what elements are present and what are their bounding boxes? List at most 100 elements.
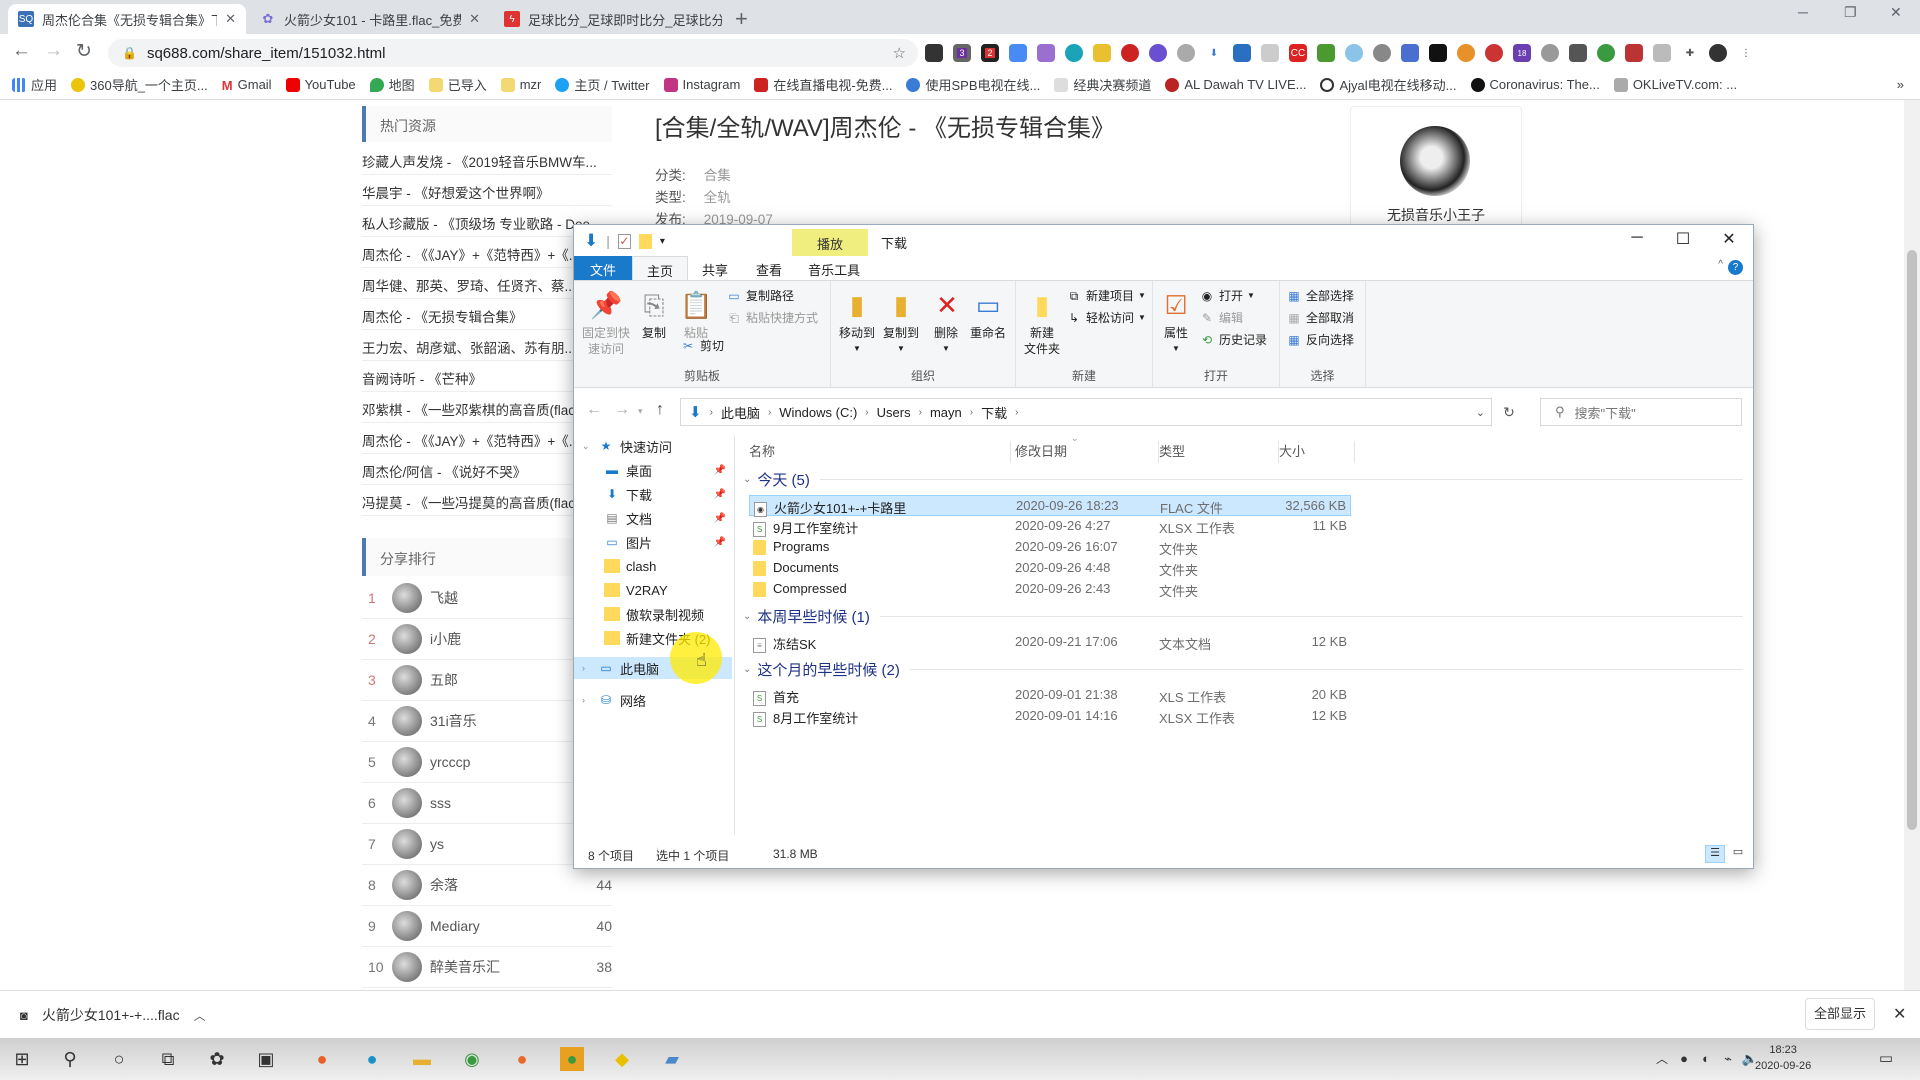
tab-home[interactable]: 主页 bbox=[632, 256, 689, 280]
category-link[interactable]: 合集 bbox=[704, 168, 731, 183]
rank-row[interactable]: 10 醉美音乐汇 38 bbox=[362, 947, 612, 988]
bookmark[interactable]: 主页 / Twitter bbox=[555, 75, 650, 94]
nav-item[interactable]: V2RAY bbox=[574, 579, 732, 601]
column-type[interactable]: 类型 bbox=[1159, 441, 1279, 463]
bookmark-folder[interactable]: mzr bbox=[500, 77, 541, 92]
user-avatar[interactable] bbox=[392, 788, 422, 818]
refresh-icon[interactable]: ↻ bbox=[1497, 398, 1521, 426]
nav-item[interactable]: clash bbox=[574, 555, 732, 577]
extension-icon[interactable] bbox=[1485, 44, 1503, 62]
bookmark-apps[interactable]: 应用 bbox=[12, 75, 57, 94]
history-button[interactable]: ⟲ 历史记录 bbox=[1199, 331, 1267, 348]
bookmark[interactable]: Ajyal电视在线移动... bbox=[1320, 75, 1457, 94]
file-group-header[interactable]: ⌄ 今天 (5) bbox=[743, 469, 1743, 490]
extension-icon[interactable] bbox=[1317, 44, 1335, 62]
bookmark[interactable]: 经典决赛频道 bbox=[1054, 75, 1151, 94]
back-icon[interactable]: ← bbox=[12, 40, 31, 62]
copy-button[interactable]: ⎘ 复制 bbox=[636, 289, 672, 341]
app-icon[interactable]: ▣ bbox=[254, 1047, 278, 1071]
bookmark[interactable]: Instagram bbox=[663, 77, 740, 92]
user-name[interactable]: 31i音乐 bbox=[430, 711, 576, 731]
extension-icon[interactable]: CC bbox=[1289, 44, 1307, 62]
task-view-icon[interactable]: ⧉ bbox=[156, 1047, 180, 1071]
user-name[interactable]: Mediary bbox=[430, 918, 576, 934]
nav-item[interactable]: ▬ 桌面 📌 bbox=[574, 459, 732, 481]
file-row[interactable]: S 8月工作室统计 2020-09-01 14:16 XLSX 工作表 12 KB bbox=[749, 706, 1351, 728]
bookmark[interactable]: M Gmail bbox=[222, 77, 272, 93]
file-row[interactable]: Compressed 2020-09-26 2:43 文件夹 bbox=[749, 579, 1351, 600]
select-all-button[interactable]: ▦ 全部选择 bbox=[1286, 287, 1354, 304]
nav-item[interactable]: ⌄ ★ 快速访问 bbox=[574, 435, 732, 457]
extension-icon[interactable] bbox=[1373, 44, 1391, 62]
extension-icon[interactable] bbox=[925, 44, 943, 62]
nav-item[interactable]: ▭ 图片 📌 bbox=[574, 531, 732, 553]
close-icon[interactable]: ✕ bbox=[1706, 229, 1752, 249]
help-icon[interactable]: ? bbox=[1728, 260, 1743, 275]
breadcrumb-users[interactable]: Users bbox=[877, 405, 911, 420]
user-name[interactable]: yrcccp bbox=[430, 754, 576, 770]
reload-icon[interactable]: ↻ bbox=[76, 40, 92, 63]
pin-quick-access-button[interactable]: 📌 固定到快 速访问 bbox=[580, 289, 632, 357]
user-name[interactable]: 飞越 bbox=[430, 588, 576, 608]
breadcrumb-this-pc[interactable]: 此电脑 bbox=[721, 403, 760, 422]
extension-icon[interactable] bbox=[1149, 44, 1167, 62]
network-icon[interactable]: ⌁ bbox=[1716, 1047, 1740, 1071]
invert-selection-button[interactable]: ▦ 反向选择 bbox=[1286, 331, 1354, 348]
menu-kebab-icon[interactable]: ⋮ bbox=[1737, 44, 1755, 62]
new-folder-button[interactable]: ▮ 新建 文件夹 bbox=[1022, 289, 1062, 357]
extension-icon[interactable] bbox=[1653, 44, 1671, 62]
extension-icon[interactable] bbox=[1121, 44, 1139, 62]
more-bookmarks-icon[interactable]: » bbox=[1897, 77, 1904, 92]
extension-icon[interactable]: ⬇ bbox=[1205, 44, 1223, 62]
breadcrumb-separator[interactable]: › bbox=[970, 407, 973, 418]
user-avatar[interactable] bbox=[392, 624, 422, 654]
user-name[interactable]: i小鹿 bbox=[430, 629, 576, 649]
page-scrollbar-thumb[interactable] bbox=[1907, 250, 1917, 830]
extension-icon[interactable] bbox=[1009, 44, 1027, 62]
forward-icon[interactable]: → bbox=[614, 401, 630, 419]
extension-icon[interactable] bbox=[1457, 44, 1475, 62]
bookmark[interactable]: YouTube bbox=[285, 77, 356, 92]
profile-avatar[interactable] bbox=[1709, 44, 1727, 62]
file-explorer-taskbar-icon[interactable]: ▬ bbox=[410, 1047, 434, 1071]
bookmark[interactable]: 地图 bbox=[369, 75, 415, 94]
search-icon[interactable]: ⚲ bbox=[58, 1047, 82, 1071]
address-dropdown-icon[interactable]: ⌄ bbox=[1476, 406, 1485, 419]
address-bar[interactable]: 🔒 sq688.com/share_item/151032.html ☆ bbox=[108, 39, 918, 67]
user-avatar[interactable] bbox=[392, 829, 422, 859]
hot-resource-link[interactable]: 珍藏人声发烧 - 《2019轻音乐BMW车... bbox=[362, 144, 612, 175]
tray-chevron-icon[interactable]: ︿ bbox=[1650, 1047, 1674, 1071]
maximize-icon[interactable]: ☐ bbox=[1660, 229, 1706, 249]
extension-icon[interactable] bbox=[1037, 44, 1055, 62]
rename-button[interactable]: ▭ 重命名 bbox=[967, 289, 1009, 341]
extension-icon[interactable] bbox=[1625, 44, 1643, 62]
app-icon[interactable]: ● bbox=[510, 1047, 534, 1071]
close-tab-icon[interactable]: ✕ bbox=[469, 11, 480, 27]
bookmark[interactable]: 使用SPB电视在线... bbox=[906, 75, 1040, 94]
search-input[interactable]: ⚲ 搜索"下载" bbox=[1540, 398, 1742, 426]
extension-icon[interactable] bbox=[1093, 44, 1111, 62]
nav-item[interactable]: ▤ 文档 📌 bbox=[574, 507, 732, 529]
column-date-modified[interactable]: 修改日期 bbox=[1015, 441, 1159, 463]
extension-icon[interactable]: 18 bbox=[1513, 44, 1531, 62]
open-button[interactable]: ◉ 打开 ▼ bbox=[1199, 287, 1255, 304]
notifications-icon[interactable]: ▭ bbox=[1874, 1047, 1898, 1071]
copy-path-button[interactable]: ▭ 复制路径 bbox=[726, 287, 794, 304]
puzzle-extensions-icon[interactable]: ✚ bbox=[1681, 44, 1699, 62]
firefox-icon[interactable]: ● bbox=[310, 1047, 334, 1071]
chrome-icon[interactable]: ◉ bbox=[460, 1047, 484, 1071]
collapsed-chevron-icon[interactable]: › bbox=[582, 663, 585, 673]
breadcrumb-downloads[interactable]: 下载 bbox=[981, 403, 1007, 422]
author-avatar[interactable] bbox=[1400, 126, 1470, 196]
user-name[interactable]: sss bbox=[430, 795, 576, 811]
bookmark-folder[interactable]: 已导入 bbox=[428, 75, 487, 94]
collapse-ribbon-icon[interactable]: ^ bbox=[1718, 259, 1723, 270]
paste-button[interactable]: 📋 粘贴 bbox=[678, 289, 714, 341]
nav-item[interactable]: ⬇ 下载 📌 bbox=[574, 483, 732, 505]
app-icon[interactable]: ▰ bbox=[660, 1047, 684, 1071]
cortana-icon[interactable]: ○ bbox=[107, 1047, 131, 1071]
bookmark[interactable]: 在线直播电视-免费... bbox=[754, 75, 892, 94]
customize-qat-icon[interactable]: ▾ bbox=[660, 236, 665, 247]
edit-button[interactable]: ✎ 编辑 bbox=[1199, 309, 1243, 326]
extension-icon[interactable] bbox=[1177, 44, 1195, 62]
